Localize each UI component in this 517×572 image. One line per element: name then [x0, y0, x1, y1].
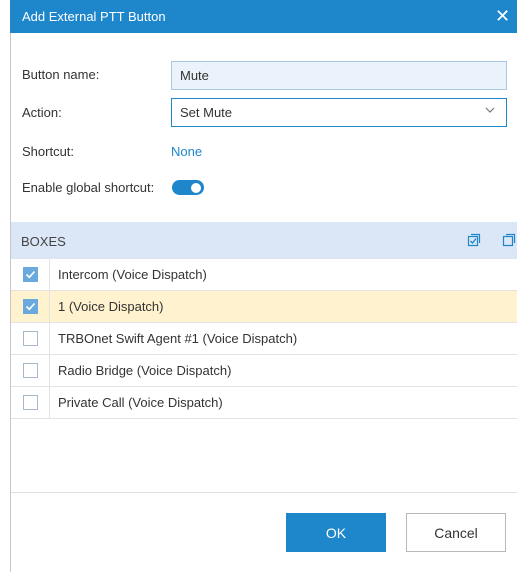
list-item-label: Intercom (Voice Dispatch)	[58, 267, 207, 282]
action-select[interactable]: Set Mute	[171, 98, 507, 127]
checkbox-cell	[11, 259, 50, 290]
close-button[interactable]: ✕	[495, 0, 517, 33]
list-item[interactable]: Radio Bridge (Voice Dispatch)	[11, 355, 517, 387]
toggle-knob	[191, 182, 201, 193]
button-name-input[interactable]	[171, 61, 507, 90]
list-item[interactable]: TRBOnet Swift Agent #1 (Voice Dispatch)	[11, 323, 517, 355]
dialog-title: Add External PTT Button	[22, 9, 166, 24]
global-shortcut-toggle[interactable]	[172, 180, 204, 195]
boxes-header: BOXES	[11, 222, 517, 259]
footer-divider	[11, 492, 517, 493]
copy-icon[interactable]	[502, 233, 516, 247]
box-checkbox[interactable]	[23, 331, 38, 346]
shortcut-value-link[interactable]: None	[171, 144, 202, 159]
chevron-down-icon	[485, 107, 495, 113]
list-item[interactable]: 1 (Voice Dispatch)	[11, 291, 517, 323]
cancel-button[interactable]: Cancel	[406, 513, 506, 552]
select-all-icon[interactable]	[467, 233, 481, 247]
list-item[interactable]: Private Call (Voice Dispatch)	[11, 387, 517, 419]
checkbox-cell	[11, 355, 50, 386]
title-bar: Add External PTT Button ✕	[10, 0, 517, 33]
box-checkbox[interactable]	[23, 267, 38, 282]
checkbox-cell	[11, 323, 50, 354]
box-checkbox[interactable]	[23, 395, 38, 410]
list-item-label: Radio Bridge (Voice Dispatch)	[58, 363, 232, 378]
action-label: Action:	[22, 105, 62, 120]
checkmark-icon	[25, 270, 36, 279]
list-item-label: Private Call (Voice Dispatch)	[58, 395, 223, 410]
list-item[interactable]: Intercom (Voice Dispatch)	[11, 259, 517, 291]
shortcut-label: Shortcut:	[22, 144, 75, 159]
close-icon: ✕	[495, 6, 511, 26]
list-item-label: 1 (Voice Dispatch)	[58, 299, 164, 314]
button-name-label: Button name:	[22, 67, 100, 82]
add-external-ptt-button-dialog: Add External PTT Button ✕ Button name: A…	[0, 0, 517, 572]
list-item-label: TRBOnet Swift Agent #1 (Voice Dispatch)	[58, 331, 298, 346]
checkbox-cell	[11, 291, 50, 322]
box-checkbox[interactable]	[23, 299, 38, 314]
boxes-title: BOXES	[21, 234, 66, 249]
box-checkbox[interactable]	[23, 363, 38, 378]
boxes-list: Intercom (Voice Dispatch) 1 (Voice Dispat…	[11, 259, 517, 419]
checkmark-icon	[25, 302, 36, 311]
checkbox-cell	[11, 387, 50, 418]
ok-button[interactable]: OK	[286, 513, 386, 552]
global-shortcut-label: Enable global shortcut:	[22, 180, 155, 195]
action-select-value: Set Mute	[180, 105, 233, 120]
